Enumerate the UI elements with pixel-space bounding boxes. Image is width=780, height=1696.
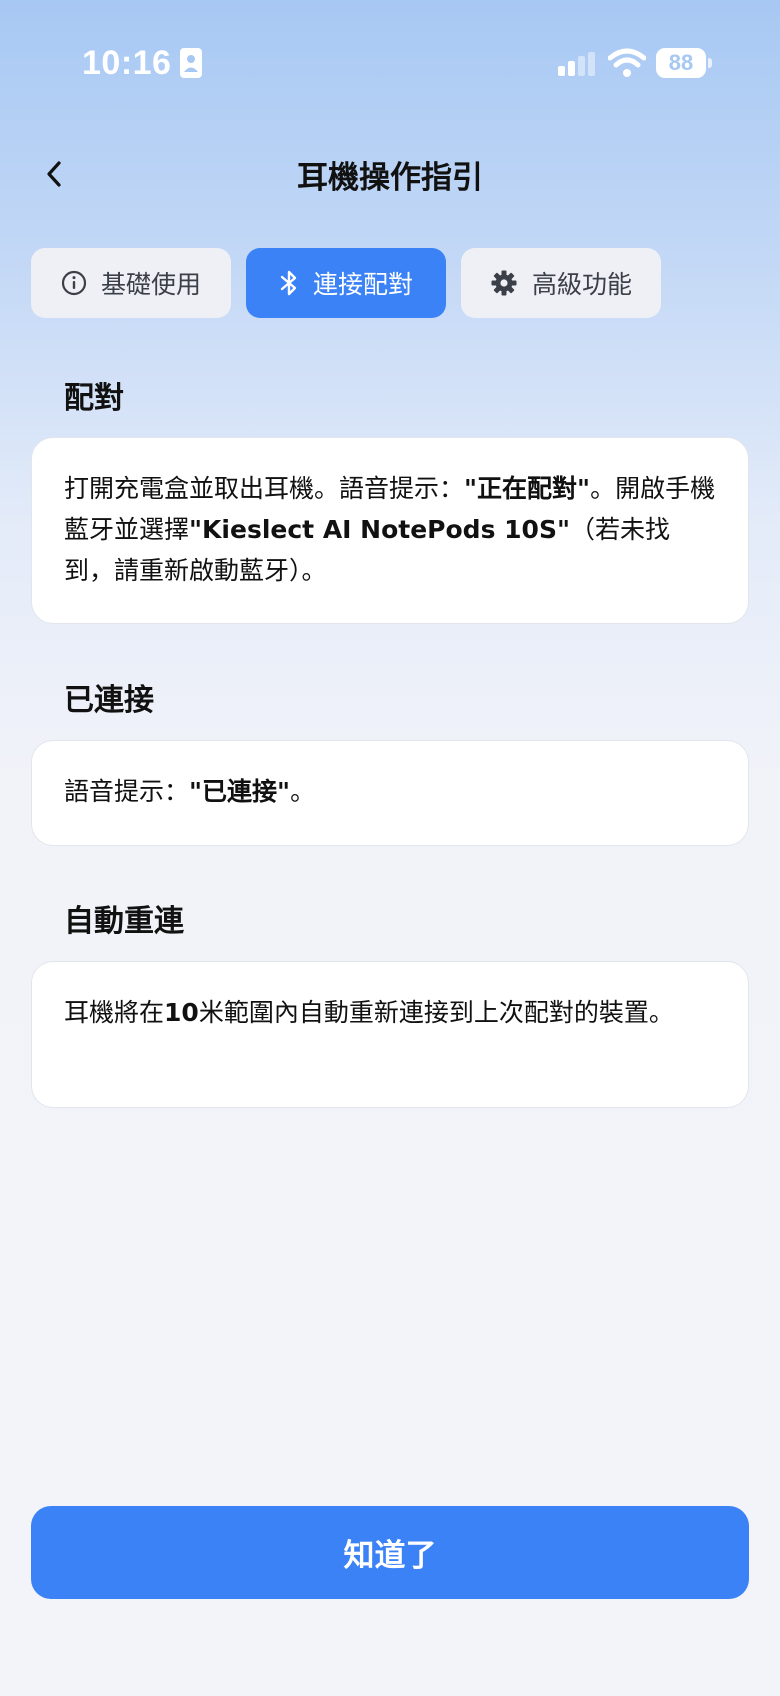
pairing-voice-prompt: "正在配對"	[464, 474, 591, 503]
tab-advanced-features[interactable]: 高級功能	[461, 248, 661, 318]
pairing-text: 打開充電盒並取出耳機。語音提示：	[64, 474, 465, 503]
info-icon	[61, 270, 87, 296]
page-title: 耳機操作指引	[297, 160, 483, 196]
pairing-card: 打開充電盒並取出耳機。語音提示："正在配對"。開啟手機藍牙並選擇"Kieslec…	[31, 437, 749, 624]
connected-voice-prompt: "已連接"	[189, 777, 291, 806]
section-title-auto-reconnect: 自動重連	[64, 904, 184, 939]
tab-basic-usage[interactable]: 基礎使用	[31, 248, 231, 318]
signal-icon	[558, 52, 595, 76]
connected-text: 。	[290, 777, 316, 806]
auto-reconnect-text: 耳機將在	[64, 998, 165, 1027]
tab-bar: 基礎使用 連接配對 高級功能	[31, 248, 661, 318]
wifi-icon	[608, 48, 646, 77]
status-bar: 10:16 88	[0, 0, 780, 120]
battery-indicator: 88	[656, 48, 712, 78]
battery-level: 88	[656, 48, 706, 78]
section-title-pairing: 配對	[64, 381, 124, 416]
reconnect-range: 10	[164, 998, 199, 1027]
bluetooth-icon	[280, 270, 297, 296]
connected-text: 語音提示：	[64, 777, 190, 806]
tab-advanced-features-label: 高級功能	[531, 270, 632, 299]
device-name: "Kieslect AI NotePods 10S"	[189, 515, 570, 544]
tab-basic-usage-label: 基礎使用	[100, 270, 201, 299]
tab-connection-pairing[interactable]: 連接配對	[246, 248, 446, 318]
auto-reconnect-text: 米範圍內自動重新連接到上次配對的裝置。	[198, 998, 674, 1027]
gear-icon	[491, 270, 517, 296]
status-time: 10:16	[82, 44, 172, 82]
got-it-button[interactable]: 知道了	[31, 1506, 749, 1599]
tab-connection-pairing-label: 連接配對	[312, 270, 413, 299]
id-card-icon	[180, 48, 202, 78]
section-title-connected: 已連接	[64, 683, 154, 718]
connected-card: 語音提示："已連接"。	[31, 740, 749, 846]
auto-reconnect-card: 耳機將在10米範圍內自動重新連接到上次配對的裝置。	[31, 961, 749, 1108]
